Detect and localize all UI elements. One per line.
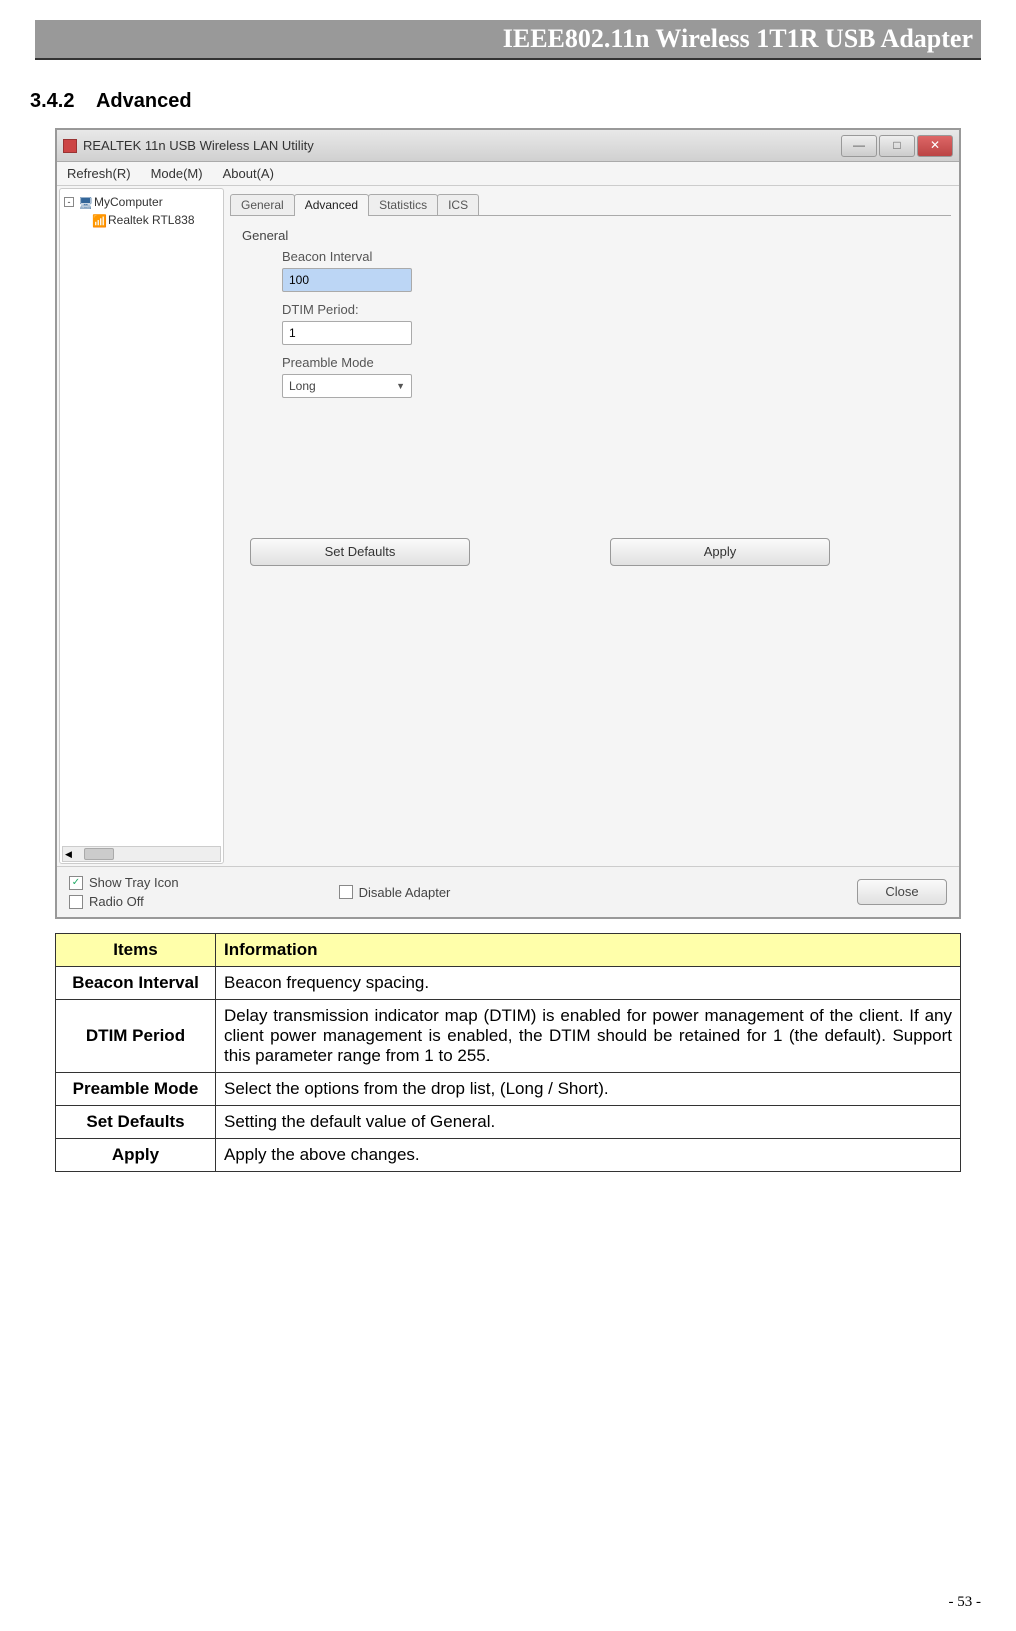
beacon-interval-input[interactable] <box>282 268 412 292</box>
close-button[interactable]: ✕ <box>917 135 953 157</box>
show-tray-row[interactable]: ✓ Show Tray Icon <box>69 875 179 890</box>
dtim-period-row: DTIM Period: <box>282 302 939 345</box>
app-icon <box>63 139 77 153</box>
dtim-period-input[interactable] <box>282 321 412 345</box>
tab-general[interactable]: General <box>230 194 295 215</box>
preamble-mode-value: Long <box>289 379 316 393</box>
table-info: Select the options from the drop list, (… <box>216 1073 961 1106</box>
close-app-button[interactable]: Close <box>857 879 947 905</box>
window-controls: — □ ✕ <box>841 135 953 157</box>
window-title: REALTEK 11n USB Wireless LAN Utility <box>63 138 314 153</box>
tab-content: General Beacon Interval DTIM Period: Pre… <box>230 216 951 578</box>
form-group-heading: General <box>242 228 939 243</box>
tab-ics[interactable]: ICS <box>437 194 479 215</box>
section-number: 3.4.2 <box>30 90 74 112</box>
table-item: DTIM Period <box>56 1000 216 1073</box>
table-item: Set Defaults <box>56 1106 216 1139</box>
radio-off-label: Radio Off <box>89 894 144 909</box>
titlebar: REALTEK 11n USB Wireless LAN Utility — □… <box>57 130 959 162</box>
menu-about[interactable]: About(A) <box>223 166 274 181</box>
tree-child-label: Realtek RTL838 <box>108 213 195 227</box>
show-tray-label: Show Tray Icon <box>89 875 179 890</box>
apply-button[interactable]: Apply <box>610 538 830 566</box>
tree-root-label: MyComputer <box>94 195 163 209</box>
section-heading: 3.4.2 Advanced <box>30 90 981 113</box>
main-panel: General Advanced Statistics ICS General … <box>226 186 959 866</box>
disable-adapter-checkbox[interactable] <box>339 885 353 899</box>
set-defaults-button[interactable]: Set Defaults <box>250 538 470 566</box>
tab-statistics[interactable]: Statistics <box>368 194 438 215</box>
app-window: REALTEK 11n USB Wireless LAN Utility — □… <box>55 128 961 919</box>
table-info: Beacon frequency spacing. <box>216 967 961 1000</box>
table-info: Delay transmission indicator map (DTIM) … <box>216 1000 961 1073</box>
device-tree: - 🖥 MyComputer 📶 Realtek RTL838 <box>60 189 223 233</box>
tree-expand-icon[interactable]: - <box>64 197 74 207</box>
table-row: DTIM Period Delay transmission indicator… <box>56 1000 961 1073</box>
page-number: - 53 - <box>949 1594 982 1611</box>
device-icon: 📶 <box>92 214 104 226</box>
menu-refresh[interactable]: Refresh(R) <box>67 166 131 181</box>
tab-advanced[interactable]: Advanced <box>294 194 369 216</box>
preamble-mode-label: Preamble Mode <box>282 355 939 370</box>
content-area: - 🖥 MyComputer 📶 Realtek RTL838 ◀ Genera… <box>57 186 959 866</box>
radio-off-checkbox[interactable] <box>69 895 83 909</box>
menu-mode[interactable]: Mode(M) <box>151 166 203 181</box>
preamble-mode-select[interactable]: Long ▼ <box>282 374 412 398</box>
beacon-interval-row: Beacon Interval <box>282 249 939 292</box>
window-title-text: REALTEK 11n USB Wireless LAN Utility <box>83 138 314 153</box>
minimize-button[interactable]: — <box>841 135 877 157</box>
items-information-table: Items Information Beacon Interval Beacon… <box>55 933 961 1172</box>
table-info: Setting the default value of General. <box>216 1106 961 1139</box>
scroll-left-icon[interactable]: ◀ <box>65 849 72 860</box>
menubar: Refresh(R) Mode(M) About(A) <box>57 162 959 186</box>
table-row: Preamble Mode Select the options from th… <box>56 1073 961 1106</box>
table-row: Apply Apply the above changes. <box>56 1139 961 1172</box>
maximize-button[interactable]: □ <box>879 135 915 157</box>
disable-adapter-label: Disable Adapter <box>359 885 451 900</box>
scroll-thumb[interactable] <box>84 848 114 860</box>
table-item: Preamble Mode <box>56 1073 216 1106</box>
beacon-interval-label: Beacon Interval <box>282 249 939 264</box>
table-header-information: Information <box>216 934 961 967</box>
show-tray-checkbox[interactable]: ✓ <box>69 876 83 890</box>
disable-adapter-row[interactable]: Disable Adapter <box>339 885 451 900</box>
table-row: Beacon Interval Beacon frequency spacing… <box>56 967 961 1000</box>
table-info: Apply the above changes. <box>216 1139 961 1172</box>
dropdown-arrow-icon: ▼ <box>396 381 405 391</box>
dtim-period-label: DTIM Period: <box>282 302 939 317</box>
sidebar-scrollbar[interactable]: ◀ <box>62 846 221 862</box>
table-header-items: Items <box>56 934 216 967</box>
document-header: IEEE802.11n Wireless 1T1R USB Adapter <box>35 20 981 60</box>
tree-child[interactable]: 📶 Realtek RTL838 <box>92 211 219 229</box>
device-tree-sidebar: - 🖥 MyComputer 📶 Realtek RTL838 ◀ <box>59 188 224 864</box>
section-name: Advanced <box>96 90 192 112</box>
tabs: General Advanced Statistics ICS <box>230 190 951 216</box>
table-row: Set Defaults Setting the default value o… <box>56 1106 961 1139</box>
tree-root[interactable]: - 🖥 MyComputer <box>64 193 219 211</box>
table-item: Apply <box>56 1139 216 1172</box>
bottom-left-options: ✓ Show Tray Icon Radio Off <box>69 875 179 909</box>
radio-off-row[interactable]: Radio Off <box>69 894 179 909</box>
table-item: Beacon Interval <box>56 967 216 1000</box>
preamble-mode-row: Preamble Mode Long ▼ <box>282 355 939 398</box>
computer-icon: 🖥 <box>78 196 90 208</box>
button-row: Set Defaults Apply <box>250 538 939 566</box>
bottom-bar: ✓ Show Tray Icon Radio Off Disable Adapt… <box>57 866 959 917</box>
